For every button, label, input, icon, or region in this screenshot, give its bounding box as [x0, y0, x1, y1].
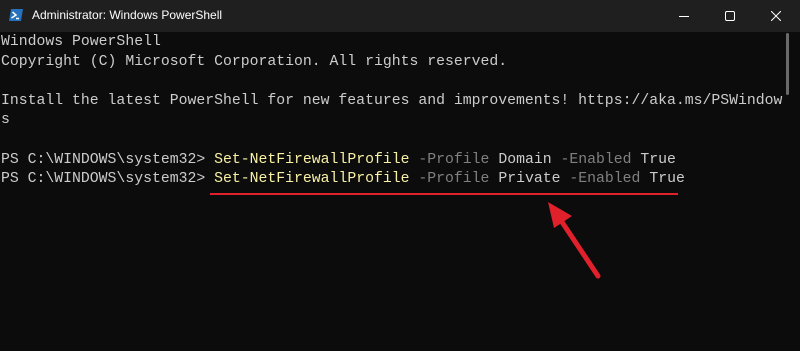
close-button[interactable]: [753, 0, 799, 32]
command-line-domain: PS C:\WINDOWS\system32> Set-NetFirewallP…: [1, 151, 783, 171]
scrollbar-thumb[interactable]: [786, 33, 789, 95]
window-title: Administrator: Windows PowerShell: [32, 8, 223, 22]
minimize-icon: [679, 16, 689, 17]
console-output[interactable]: Windows PowerShell Copyright (C) Microso…: [0, 32, 783, 351]
cmdlet: Set-NetFirewallProfile: [214, 171, 410, 188]
highlight-underline: [210, 193, 678, 195]
banner-line: Windows PowerShell: [1, 34, 161, 50]
profile-parameter: -Profile: [418, 151, 490, 168]
install-line: Install the latest PowerShell for new fe…: [1, 92, 783, 109]
profile-value: Domain: [498, 151, 552, 168]
enabled-value: True: [649, 171, 685, 188]
install-line-wrap: s: [1, 112, 10, 129]
close-icon: [771, 11, 781, 21]
copyright-line: Copyright (C) Microsoft Corporation. All…: [1, 53, 508, 70]
powershell-window: Administrator: Windows PowerShell Window…: [0, 0, 800, 351]
maximize-button[interactable]: [707, 0, 753, 32]
annotation-arrow-icon: [548, 202, 601, 279]
prompt: PS C:\WINDOWS\system32>: [1, 171, 215, 188]
enabled-parameter: -Enabled: [560, 151, 632, 168]
minimize-button[interactable]: [661, 0, 707, 32]
command-line-private: PS C:\WINDOWS\system32> Set-NetFirewallP…: [1, 170, 783, 190]
profile-value: Private: [498, 171, 561, 188]
enabled-value: True: [640, 151, 676, 168]
prompt: PS C:\WINDOWS\system32>: [1, 151, 215, 168]
cmdlet: Set-NetFirewallProfile: [214, 151, 410, 168]
maximize-icon: [725, 11, 735, 21]
powershell-icon: [9, 9, 23, 21]
title-bar[interactable]: Administrator: Windows PowerShell: [0, 0, 800, 32]
enabled-parameter: -Enabled: [569, 171, 641, 188]
profile-parameter: -Profile: [418, 171, 490, 188]
